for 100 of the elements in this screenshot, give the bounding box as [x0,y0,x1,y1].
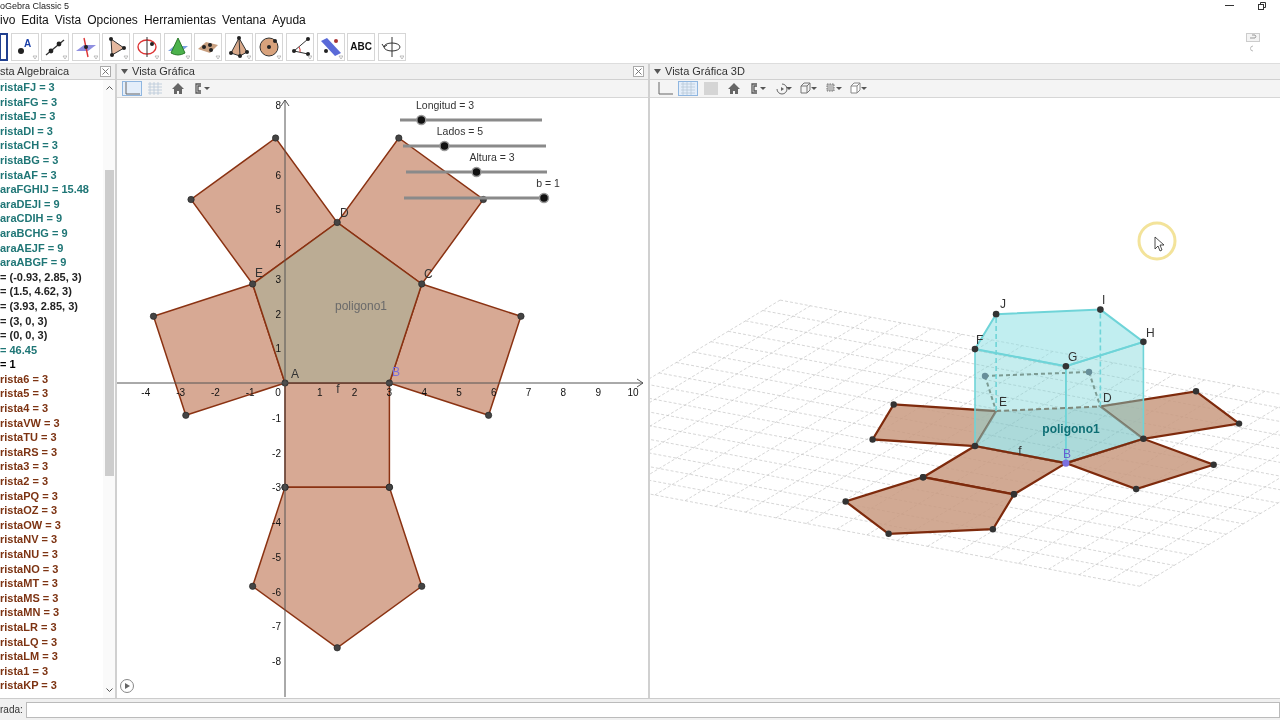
algebra-entry[interactable]: rista3 = 3 [0,459,103,475]
algebra-entry[interactable]: ristaBG = 3 [0,152,103,168]
algebra-entry[interactable]: = (3, 0, 3) [0,313,103,329]
algebra-entry[interactable]: ristaTU = 3 [0,430,103,445]
algebra-entry[interactable]: = 46.45 [0,342,103,358]
input-field[interactable] [25,701,1280,718]
slider-thumb[interactable] [439,140,450,152]
slider[interactable] [400,114,542,126]
algebra-entry[interactable]: araCDIH = 9 [0,211,103,226]
close-icon[interactable] [100,66,111,77]
play-button[interactable] [120,679,134,693]
tick-label: 1 [275,343,281,355]
slider-thumb[interactable] [538,192,550,204]
algebra-entry[interactable]: ristaOZ = 3 [0,503,103,518]
algebra-entry[interactable]: araDEJI = 9 [0,196,103,212]
point[interactable] [182,411,190,419]
menu-item[interactable]: Ventana [221,12,266,30]
algebra-entry[interactable]: = (-0.93, 2.85, 3) [0,269,103,285]
close-icon[interactable] [633,66,644,77]
tick-label: -3 [272,482,281,494]
algebra-entry[interactable]: = (1.5, 4.62, 3) [0,284,103,299]
slider-label: Lados = 5 [436,125,484,137]
scroll-up-icon[interactable] [105,85,113,90]
algebra-entry[interactable]: ristaMN = 3 [0,605,103,620]
point[interactable] [418,582,426,590]
algebra-entry[interactable]: rista5 = 3 [0,386,103,402]
cube-button[interactable] [797,81,819,96]
slider-thumb[interactable] [471,166,482,178]
tool-button[interactable]: A [10,32,39,61]
algebra-entry[interactable]: ristaNV = 3 [0,532,103,547]
algebra-entry[interactable]: araFGHIJ = 15.48 [0,182,103,197]
algebra-entry[interactable]: ristaNO = 3 [0,561,103,577]
algebra-entry[interactable]: ristaKP = 3 [0,678,103,693]
algebra-entry[interactable]: rista6 = 3 [0,371,103,387]
algebra-entry[interactable]: rista4 = 3 [0,401,103,416]
collapse-triangle-icon[interactable] [654,69,661,74]
slider[interactable] [406,166,547,178]
algebra-entry[interactable]: ristaRS = 3 [0,444,103,460]
algebra-entry[interactable]: araAEJF = 9 [0,240,103,256]
point[interactable] [395,134,403,142]
tick-label: 5 [456,387,462,398]
point[interactable] [281,379,289,387]
algebra-entry[interactable]: = (3.93, 2.85, 3) [0,298,103,314]
point[interactable] [333,218,341,226]
box-button[interactable] [847,81,869,96]
menu-item[interactable]: ivo [0,12,16,30]
point[interactable] [149,312,157,320]
point[interactable] [385,379,393,387]
algebra-entry[interactable]: ristaLM = 3 [0,649,103,664]
algebra-entry[interactable]: rista2 = 3 [0,474,103,489]
algebra-entry[interactable]: ristaMT = 3 [0,576,103,591]
algebra-entry[interactable]: ristaLQ = 3 [0,634,103,650]
point[interactable] [517,312,525,320]
panel-title: Vista Gráfica 3D [665,64,745,80]
algebra-entry[interactable]: ristaAF = 3 [0,167,103,183]
point[interactable] [479,196,487,203]
menu-item[interactable]: Ayuda [271,12,306,30]
algebra-entry[interactable]: ristaPQ = 3 [0,488,103,504]
algebra-entry[interactable]: araABGF = 9 [0,255,103,270]
slider[interactable] [404,192,550,204]
menu-item[interactable]: Vista [54,12,82,30]
scroll-down-icon[interactable] [105,688,113,693]
rotate-around-line-icon [379,34,404,59]
point-label: E [255,266,263,280]
menu-item[interactable]: Herramientas [143,12,216,30]
algebra-entry[interactable]: = 1 [0,357,103,372]
algebra-entry[interactable]: ristaCH = 3 [0,138,103,153]
restore-icon[interactable] [1258,2,1266,10]
tick-label: 7 [525,387,532,398]
point[interactable] [485,411,493,419]
tool-button[interactable] [0,32,8,61]
scrollbar[interactable] [103,80,115,698]
point[interactable] [187,196,195,203]
algebra-entry[interactable]: ristaEJ = 3 [0,109,103,124]
algebra-entry[interactable]: ristaVW = 3 [0,415,103,431]
algebra-entry[interactable]: = (0, 0, 3) [0,328,103,343]
slider[interactable] [403,140,546,152]
algebra-entry[interactable]: ristaFJ = 3 [0,80,103,95]
point[interactable] [249,582,257,590]
polygon-label: poligono1 [1042,422,1100,436]
scrollbar-thumb[interactable] [104,170,114,476]
collapse-triangle-icon[interactable] [121,69,128,74]
minimize-icon[interactable] [1225,5,1234,7]
point[interactable] [249,280,257,288]
tool-button[interactable]: ABC [347,32,376,61]
menu-item[interactable]: Opciones [87,12,138,30]
point[interactable] [418,280,426,288]
algebra-entry[interactable]: ristaLR = 3 [0,619,103,635]
point[interactable] [272,134,280,142]
algebra-entry[interactable]: ristaNU = 3 [0,547,103,562]
slider-thumb[interactable] [416,114,427,126]
algebra-entry[interactable]: ristaFG = 3 [0,94,103,110]
algebra-entry[interactable]: ristaMS = 3 [0,590,103,606]
point[interactable] [333,644,341,652]
tick-label: 2 [275,308,281,320]
algebra-entry[interactable]: ristaDI = 3 [0,123,103,139]
algebra-entry[interactable]: rista1 = 3 [0,663,103,679]
menu-item[interactable]: Edita [21,12,49,30]
algebra-entry[interactable]: araBCHG = 9 [0,225,103,241]
algebra-entry[interactable]: ristaOW = 3 [0,517,103,533]
